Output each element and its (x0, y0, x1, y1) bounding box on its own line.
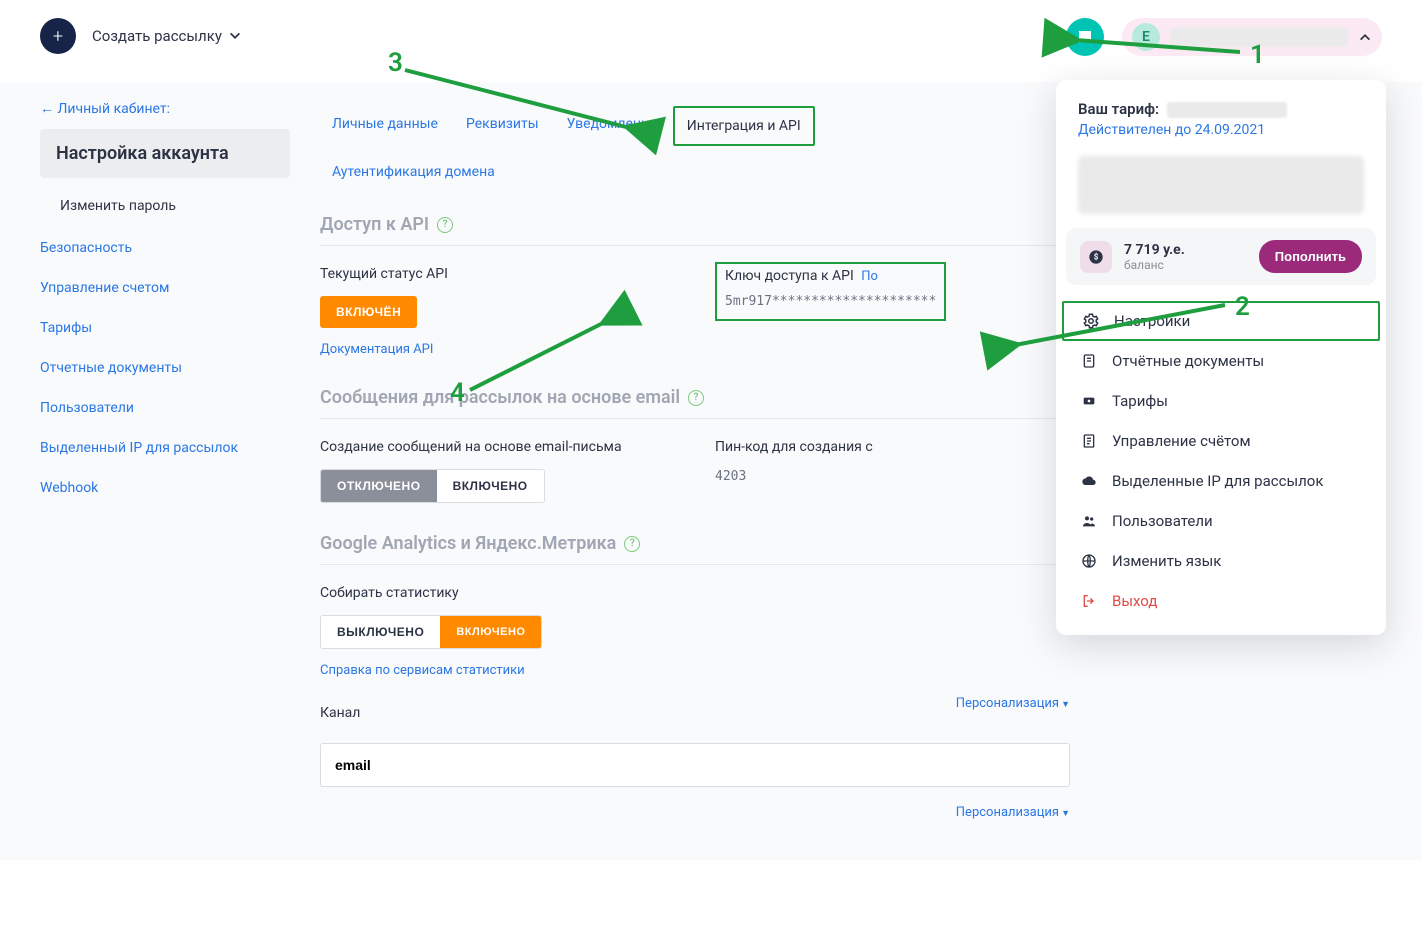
tariff-label: Ваш тариф: (1078, 100, 1159, 118)
sidebar-item-account-management[interactable]: Управление счетом (40, 268, 290, 308)
help-icon[interactable]: ? (437, 217, 453, 233)
user-menu-button[interactable]: E (1122, 18, 1382, 56)
messages-create-label: Создание сообщений на основе email-письм… (320, 439, 675, 455)
tab-personal[interactable]: Личные данные (320, 106, 450, 146)
api-key-value: 5mr917********************* (725, 294, 936, 309)
section-analytics-heading: Google Analytics и Яндекс.Метрика ? (320, 533, 1070, 554)
help-icon[interactable]: ? (624, 536, 640, 552)
topup-button[interactable]: Пополнить (1259, 240, 1362, 273)
api-key-label: Ключ доступа к API (725, 268, 854, 284)
dropdown-item-label: Пользователи (1112, 512, 1213, 530)
section-messages-title: Сообщения для рассылок на основе email (320, 387, 680, 408)
tariff-valid-until[interactable]: Действителен до 24.09.2021 (1078, 122, 1364, 138)
dropdown-item-label: Выделенные IP для рассылок (1112, 472, 1323, 490)
dropdown-item-reports[interactable]: Отчётные документы (1056, 341, 1386, 381)
section-messages-heading: Сообщения для рассылок на основе email ? (320, 387, 1070, 408)
sidebar-item-dedicated-ip[interactable]: Выделенный IP для рассылок (40, 428, 290, 468)
stats-help-link[interactable]: Справка по сервисам статистики (320, 663, 525, 678)
top-bar: + Создать рассылку E (0, 0, 1422, 72)
dropdown-item-label: Настройки (1114, 312, 1190, 330)
divider (320, 418, 1070, 419)
avatar: E (1132, 23, 1160, 51)
api-doc-link[interactable]: Документация API (320, 342, 433, 357)
dropdown-item-label: Тарифы (1112, 392, 1168, 410)
tariff-stats-redacted (1078, 156, 1364, 214)
tab-integration-api[interactable]: Интеграция и API (673, 106, 815, 146)
messages-toggle: ОТКЛЮЧЕНО ВКЛЮЧЕНО (320, 469, 545, 503)
personalization-label: Персонализация (956, 696, 1059, 711)
balance-label: баланс (1124, 258, 1259, 272)
pin-value: 4203 (715, 469, 1070, 484)
dropdown-item-label: Изменить язык (1112, 552, 1221, 570)
balance-amount: 7 719 у.е. (1124, 242, 1259, 258)
personalization-label: Персонализация (956, 805, 1059, 820)
svg-text:$: $ (1094, 252, 1099, 261)
dropdown-item-settings[interactable]: Настройки (1062, 301, 1380, 341)
api-status-label: Текущий статус API (320, 266, 675, 282)
dropdown-item-label: Выход (1112, 592, 1157, 610)
channel-input[interactable] (320, 743, 1070, 787)
dropdown-item-tariffs[interactable]: Тарифы (1056, 381, 1386, 421)
section-analytics-title: Google Analytics и Яндекс.Метрика (320, 533, 616, 554)
user-name-redacted (1170, 27, 1348, 47)
sidebar-item-reports[interactable]: Отчетные документы (40, 348, 290, 388)
users-icon (1078, 513, 1100, 529)
create-label[interactable]: Создать рассылку (92, 27, 222, 45)
sidebar: ← Личный кабинет: Настройка аккаунта Изм… (0, 82, 290, 820)
sidebar-item-webhook[interactable]: Webhook (40, 468, 290, 508)
tab-domain-auth[interactable]: Аутентификация домена (320, 154, 1066, 190)
cloud-icon (1078, 473, 1100, 489)
document-icon (1078, 353, 1100, 369)
dropdown-item-logout[interactable]: Выход (1056, 581, 1386, 621)
divider (320, 245, 1070, 246)
main-content: Личные данные Реквизиты Уведомления Инте… (290, 82, 1110, 820)
create-button[interactable]: + (40, 18, 76, 54)
gear-icon (1080, 312, 1102, 330)
tab-notifications[interactable]: Уведомления (555, 106, 669, 146)
tabs: Личные данные Реквизиты Уведомления Инте… (320, 106, 1070, 190)
chat-icon[interactable] (1066, 18, 1104, 56)
messages-on-button[interactable]: ВКЛЮЧЕНО (437, 470, 544, 502)
stats-on-button[interactable]: ВКЛЮЧЕНО (440, 616, 541, 648)
section-api-title: Доступ к API (320, 214, 429, 235)
dropdown-item-dedicated-ip[interactable]: Выделенные IP для рассылок (1056, 461, 1386, 501)
sidebar-item-tariffs[interactable]: Тарифы (40, 308, 290, 348)
sidebar-item-change-password[interactable]: Изменить пароль (40, 184, 290, 228)
dropdown-item-label: Отчётные документы (1112, 352, 1264, 370)
tariff-name-redacted (1167, 102, 1287, 118)
globe-icon (1078, 553, 1100, 569)
chevron-up-icon (1358, 30, 1372, 44)
logout-icon (1078, 593, 1100, 609)
receipt-icon (1078, 433, 1100, 449)
api-key-highlight-box: Ключ доступа к API По 5mr917************… (715, 262, 946, 321)
messages-off-button[interactable]: ОТКЛЮЧЕНО (321, 470, 437, 502)
collect-stats-label: Собирать статистику (320, 585, 1070, 601)
dropdown-item-label: Управление счётом (1112, 432, 1251, 450)
api-status-button[interactable]: ВКЛЮЧЁН (320, 296, 417, 328)
dropdown-menu: Настройки Отчётные документы Тарифы Упра… (1056, 297, 1386, 625)
divider (320, 564, 1070, 565)
help-icon[interactable]: ? (688, 390, 704, 406)
chevron-down-icon[interactable] (228, 29, 242, 43)
stats-off-button[interactable]: ВЫКЛЮЧЕНО (321, 616, 440, 648)
section-api-heading: Доступ к API ? (320, 214, 1070, 235)
dropdown-item-users[interactable]: Пользователи (1056, 501, 1386, 541)
sidebar-item-account-settings[interactable]: Настройка аккаунта (40, 129, 290, 178)
dropdown-item-account-management[interactable]: Управление счётом (1056, 421, 1386, 461)
sidebar-item-security[interactable]: Безопасность (40, 228, 290, 268)
user-dropdown: Ваш тариф: Действителен до 24.09.2021 $ … (1056, 80, 1386, 635)
dropdown-item-language[interactable]: Изменить язык (1056, 541, 1386, 581)
stats-toggle: ВЫКЛЮЧЕНО ВКЛЮЧЕНО (320, 615, 542, 649)
price-tag-icon (1078, 393, 1100, 409)
api-key-edit-link[interactable]: По (861, 269, 878, 284)
sidebar-item-users[interactable]: Пользователи (40, 388, 290, 428)
pin-label: Пин-код для создания с (715, 439, 1070, 455)
tab-requisites[interactable]: Реквизиты (454, 106, 551, 146)
back-link[interactable]: ← Личный кабинет: (40, 100, 290, 117)
balance-card: $ 7 719 у.е. баланс Пополнить (1066, 228, 1376, 285)
personalization-link-2[interactable]: Персонализация▼ (320, 805, 1070, 820)
dollar-icon: $ (1080, 241, 1112, 273)
